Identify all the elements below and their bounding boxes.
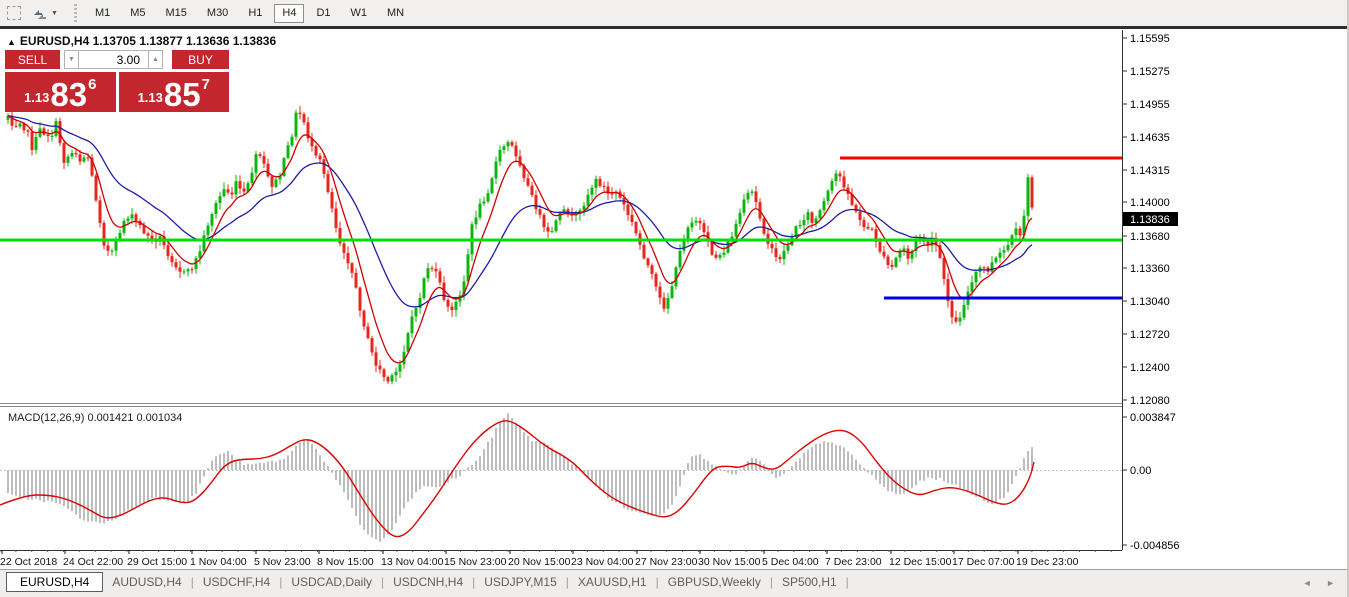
macd-histogram: [7, 413, 1033, 543]
svg-text:1.14000: 1.14000: [1130, 197, 1170, 209]
timeframe-button-d1[interactable]: D1: [308, 4, 338, 23]
volume-decrease-button[interactable]: ▼: [64, 50, 79, 69]
svg-text:8 Nov 15:00: 8 Nov 15:00: [317, 556, 374, 568]
triangle-up-icon: ▲: [7, 37, 16, 47]
svg-text:1.13360: 1.13360: [1130, 263, 1170, 275]
volume-increase-button[interactable]: ▲: [148, 50, 163, 69]
sell-button[interactable]: SELL: [5, 50, 60, 69]
ma-slow-line: [7, 115, 1033, 308]
candlestick-series: [6, 105, 1034, 385]
svg-text:15 Nov 23:00: 15 Nov 23:00: [444, 556, 507, 568]
svg-text:19 Dec 23:00: 19 Dec 23:00: [1016, 556, 1079, 568]
svg-text:5 Nov 23:00: 5 Nov 23:00: [254, 556, 311, 568]
svg-text:24 Oct 22:00: 24 Oct 22:00: [63, 556, 123, 568]
tab-scroll-controls: ◄ ►: [1291, 578, 1335, 588]
svg-text:13 Nov 04:00: 13 Nov 04:00: [381, 556, 444, 568]
svg-text:1.13836: 1.13836: [1130, 214, 1170, 226]
tab-usdchf-h4[interactable]: USDCHF,H4: [194, 572, 279, 592]
chevron-down-icon[interactable]: ▼: [51, 10, 58, 17]
svg-text:1.12720: 1.12720: [1130, 329, 1170, 341]
svg-text:1.12400: 1.12400: [1130, 362, 1170, 374]
svg-text:27 Nov 23:00: 27 Nov 23:00: [635, 556, 698, 568]
timeframe-button-m30[interactable]: M30: [199, 4, 236, 23]
timeframe-button-h4[interactable]: H4: [274, 3, 305, 23]
svg-text:1.13680: 1.13680: [1130, 231, 1170, 243]
crosshair-selection-icon[interactable]: [7, 6, 21, 20]
svg-text:30 Nov 15:00: 30 Nov 15:00: [698, 556, 761, 568]
tab-gbpusd-weekly[interactable]: GBPUSD,Weekly: [659, 572, 770, 592]
tab-usdjpy-m15[interactable]: USDJPY,M15: [475, 572, 565, 592]
svg-text:20 Nov 15:00: 20 Nov 15:00: [508, 556, 571, 568]
tab-scroll-left-icon[interactable]: ◄: [1303, 578, 1312, 588]
time-axis: 22 Oct 2018 24 Oct 22:00 29 Oct 15:00 1 Nov…: [0, 550, 1112, 568]
tab-audusd-h4[interactable]: AUDUSD,H4: [103, 572, 190, 592]
timeframe-button-m5[interactable]: M5: [122, 4, 153, 23]
buy-button[interactable]: BUY: [172, 50, 229, 69]
svg-text:29 Oct 15:00: 29 Oct 15:00: [127, 556, 187, 568]
svg-text:1 Nov 04:00: 1 Nov 04:00: [190, 556, 247, 568]
svg-text:17 Dec 07:00: 17 Dec 07:00: [952, 556, 1015, 568]
chart-area: 1.15595 1.15275 1.14955 1.14635 1.14315 1.140…: [0, 29, 1349, 569]
tab-usdcad-daily[interactable]: USDCAD,Daily: [282, 572, 381, 592]
sell-price-display[interactable]: 1.13 83 6: [5, 72, 116, 112]
svg-text:1.14315: 1.14315: [1130, 165, 1170, 177]
toolbar-grip-handle[interactable]: [73, 4, 77, 22]
macd-pane: 0.003847 0.00 -0.004856: [0, 412, 1180, 552]
tab-usdcnh-h4[interactable]: USDCNH,H4: [384, 572, 472, 592]
current-price-tag: 1.13836: [1123, 212, 1178, 226]
buy-price-display[interactable]: 1.13 85 7: [118, 72, 229, 112]
horizontal-lines: [0, 156, 1122, 300]
svg-text:5 Dec 04:00: 5 Dec 04:00: [762, 556, 819, 568]
svg-text:0.003847: 0.003847: [1130, 412, 1176, 424]
chart-ohlc-title: ▲ EURUSD,H4 1.13705 1.13877 1.13636 1.138…: [7, 34, 277, 48]
one-click-trade-panel: SELL ▼ 3.00 ▲ BUY 1.13 83 6 1.13 85 7: [5, 50, 229, 112]
svg-text:1.14955: 1.14955: [1130, 99, 1170, 111]
svg-text:1.15595: 1.15595: [1130, 33, 1170, 45]
svg-text:12 Dec 15:00: 12 Dec 15:00: [889, 556, 952, 568]
timeframe-button-h1[interactable]: H1: [240, 4, 270, 23]
svg-text:23 Nov 04:00: 23 Nov 04:00: [571, 556, 634, 568]
tab-scroll-right-icon[interactable]: ►: [1326, 578, 1335, 588]
svg-text:0.00: 0.00: [1130, 465, 1151, 477]
svg-text:-0.004856: -0.004856: [1130, 540, 1180, 552]
timeframe-button-w1[interactable]: W1: [343, 4, 376, 23]
arrange-windows-icon[interactable]: [31, 6, 49, 20]
volume-input[interactable]: 3.00: [79, 50, 148, 69]
tab-separator: |: [845, 575, 849, 589]
svg-text:7 Dec 23:00: 7 Dec 23:00: [825, 556, 882, 568]
svg-text:22 Oct 2018: 22 Oct 2018: [0, 556, 57, 568]
timeframe-button-mn[interactable]: MN: [379, 4, 412, 23]
svg-text:1.13040: 1.13040: [1130, 296, 1170, 308]
symbol-tab-bar: EURUSD,H4 AUDUSD,H4 | USDCHF,H4 | USDCAD,Dail…: [0, 569, 1349, 597]
trading-platform-window: ▼ M1 M5 M15 M30 H1 H4 D1 W1 MN 1.15595 1.15275 1.1…: [0, 0, 1349, 597]
svg-text:1.15275: 1.15275: [1130, 66, 1170, 78]
timeframe-toolbar: ▼ M1 M5 M15 M30 H1 H4 D1 W1 MN: [0, 0, 1349, 29]
tab-xauusd-h1[interactable]: XAUUSD,H1: [569, 572, 656, 592]
timeframe-button-m15[interactable]: M15: [158, 4, 195, 23]
tab-eurusd-h4[interactable]: EURUSD,H4: [6, 572, 104, 592]
svg-text:1.14635: 1.14635: [1130, 132, 1170, 144]
tab-sp500-h1[interactable]: SP500,H1: [773, 572, 846, 592]
svg-text:1.12080: 1.12080: [1130, 395, 1170, 407]
macd-indicator-label: MACD(12,26,9) 0.001421 0.001034: [8, 412, 183, 424]
timeframe-buttons: M1 M5 M15 M30 H1 H4 D1 W1 MN: [85, 3, 414, 23]
timeframe-button-m1[interactable]: M1: [87, 4, 118, 23]
